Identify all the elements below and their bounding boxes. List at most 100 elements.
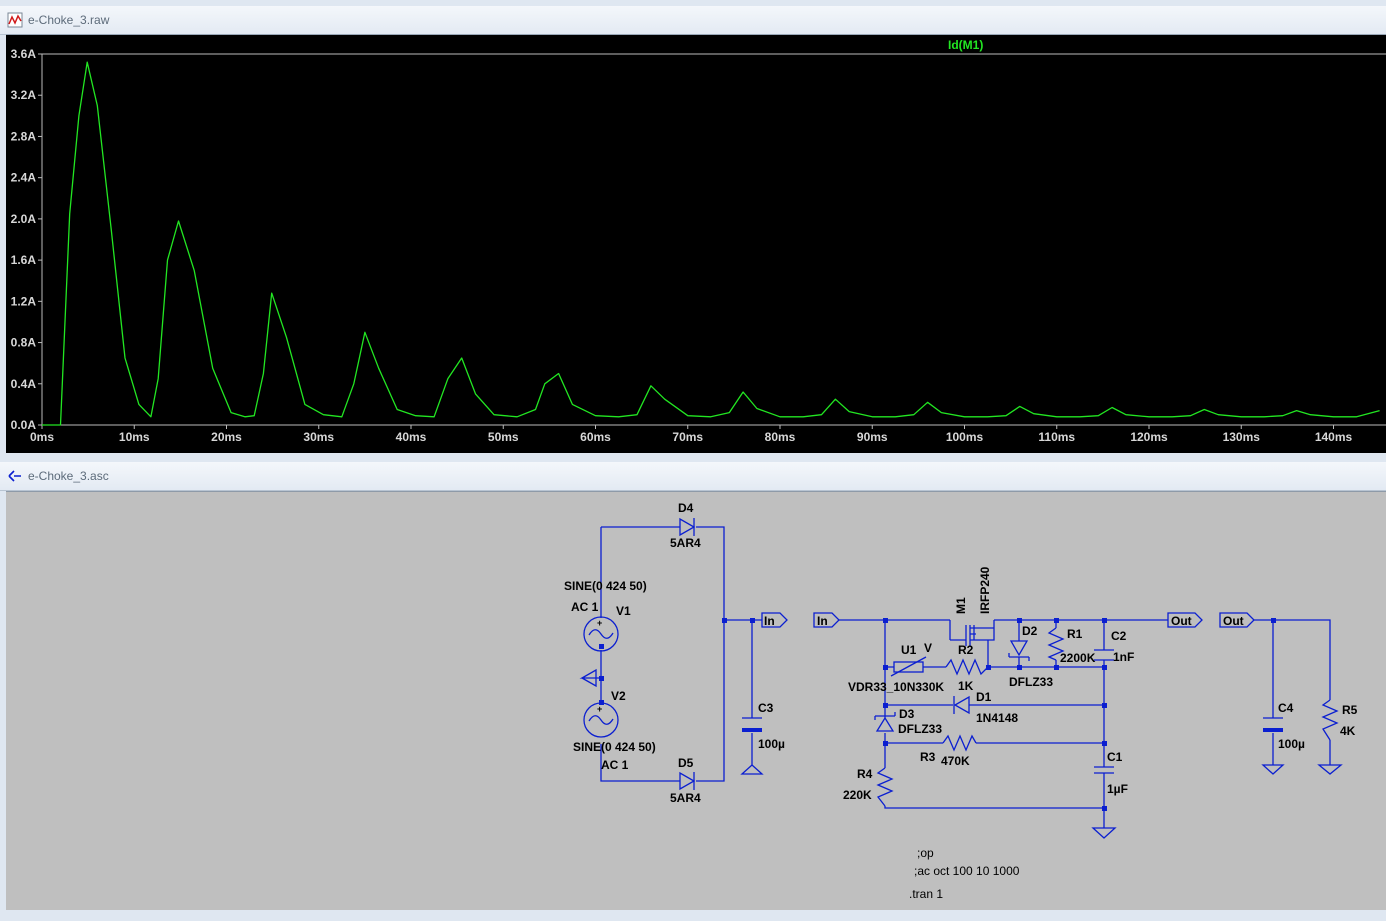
schematic-canvas[interactable]: D4 5AR4 D5 5AR4 + SINE(0 424 50) AC 1 V1 (6, 491, 1386, 910)
capacitor-c2[interactable]: C2 1nF (1094, 629, 1134, 664)
x-tick-label: 90ms (857, 430, 888, 444)
u1-marker: V (924, 641, 932, 655)
net-label-in-a: In (764, 614, 775, 628)
r1-value: 2200K (1060, 651, 1096, 665)
x-tick-label: 80ms (765, 430, 796, 444)
ground-symbol (579, 668, 601, 688)
spice-directives[interactable]: ;op ;ac oct 100 10 1000 .tran 1 (909, 846, 1020, 901)
y-tick-label: 2.8A (11, 129, 37, 143)
resistor-r5[interactable]: R5 4K (1317, 699, 1358, 775)
r2-value: 1K (958, 679, 974, 693)
source-v2[interactable]: + V2 SINE(0 424 50) AC 1 (573, 689, 656, 772)
y-tick-label: 0.4A (11, 377, 37, 391)
x-tick-label: 120ms (1130, 430, 1168, 444)
y-tick-label: 3.2A (11, 88, 37, 102)
r4-ref: R4 (857, 767, 873, 781)
r5-value: 4K (1340, 724, 1356, 738)
source-v1[interactable]: + SINE(0 424 50) AC 1 V1 (564, 579, 647, 652)
waveform-window-title: e-Choke_3.raw (28, 13, 110, 27)
diode-d1[interactable]: D1 1N4148 (953, 690, 1018, 725)
x-tick-label: 70ms (672, 430, 703, 444)
waveform-window: e-Choke_3.raw 0.0A 0.4A 0.8A 1.2A 1.6A 2.0A 2.… (0, 6, 1386, 453)
x-tick-label: 30ms (303, 430, 334, 444)
d2-value: DFLZ33 (1009, 675, 1053, 689)
y-tick-label: 1.2A (11, 294, 37, 308)
c1-ref: C1 (1107, 750, 1123, 764)
d5-ref: D5 (678, 756, 694, 770)
directive-ac[interactable]: ;ac oct 100 10 1000 (914, 864, 1020, 878)
r2-ref: R2 (958, 643, 974, 657)
v2-ac: AC 1 (601, 758, 629, 772)
resistor-r4[interactable]: R4 220K (843, 767, 894, 807)
y-tick-label: 2.0A (11, 212, 37, 226)
net-label-out-a: Out (1171, 614, 1192, 628)
y-tick-label: 3.6A (11, 47, 37, 61)
x-tick-label: 40ms (396, 430, 427, 444)
r5-ref: R5 (1342, 703, 1358, 717)
capacitor-c1[interactable]: C1 1µF (1091, 750, 1128, 839)
net-flag-out-b[interactable]: Out (1219, 612, 1255, 628)
schematic-drawing[interactable]: D4 5AR4 D5 5AR4 + SINE(0 424 50) AC 1 V1 (6, 492, 1386, 910)
v2-ref: V2 (611, 689, 626, 703)
schematic-icon (8, 470, 21, 482)
c4-value: 100µ (1278, 737, 1305, 751)
schematic-titlebar[interactable]: e-Choke_3.asc (0, 462, 1386, 491)
directive-op[interactable]: ;op (917, 846, 934, 860)
c3-ref: C3 (758, 701, 774, 715)
y-tick-label: 1.6A (11, 253, 37, 267)
x-tick-label: 110ms (1038, 430, 1075, 444)
schematic-window-title: e-Choke_3.asc (28, 469, 109, 483)
trace-legend-label: Id(M1) (948, 38, 983, 52)
d1-value: 1N4148 (976, 711, 1018, 725)
net-flag-out-a[interactable]: Out (1167, 612, 1203, 628)
capacitor-c4[interactable]: C4 100µ (1261, 701, 1305, 775)
x-tick-label: 20ms (211, 430, 242, 444)
r3-ref: R3 (920, 750, 936, 764)
net-flag-in-a[interactable]: In (761, 612, 788, 628)
u1-ref: U1 (901, 643, 917, 657)
resistor-r2[interactable]: R2 1K (945, 643, 989, 693)
waveform-chart[interactable]: 0.0A0.4A0.8A1.2A1.6A2.0A2.4A2.8A3.2A3.6A… (6, 35, 1386, 453)
d3-ref: D3 (899, 707, 915, 721)
c1-value: 1µF (1107, 782, 1128, 796)
u1-value: VDR33_10N330K (848, 680, 944, 694)
x-tick-label: 140ms (1315, 430, 1353, 444)
waveform-icon (7, 12, 23, 28)
d5-value: 5AR4 (670, 791, 701, 805)
waveform-plot[interactable]: 0.0A 0.4A 0.8A 1.2A 1.6A 2.0A 2.4A 2.8A 3.2A 3.6A… (6, 34, 1386, 453)
v2-spec: SINE(0 424 50) (573, 740, 656, 754)
resistor-r1[interactable]: R1 2200K (1047, 627, 1096, 665)
zener-d2[interactable]: D2 DFLZ33 (1008, 624, 1053, 689)
net-flag-in-b[interactable]: In (813, 612, 840, 628)
r1-ref: R1 (1067, 627, 1083, 641)
v1-ac: AC 1 (571, 600, 599, 614)
resistor-r3[interactable]: R3 470K (920, 734, 977, 768)
diode-d4[interactable]: D4 5AR4 (670, 501, 701, 550)
waveform-titlebar[interactable]: e-Choke_3.raw (0, 6, 1386, 35)
c4-ref: C4 (1278, 701, 1294, 715)
x-tick-label: 10ms (119, 430, 150, 444)
c3-value: 100µ (758, 737, 785, 751)
r3-value: 470K (941, 754, 970, 768)
series-line-id-m1 (42, 61, 1380, 426)
y-tick-label: 0.8A (11, 336, 37, 350)
capacitor-c3[interactable]: C3 100µ (740, 701, 785, 775)
x-tick-label: 60ms (580, 430, 611, 444)
svg-text:+: + (597, 618, 602, 628)
d2-ref: D2 (1022, 624, 1038, 638)
x-tick-label: 100ms (946, 430, 984, 444)
v1-ref: V1 (616, 604, 631, 618)
c2-value: 1nF (1113, 650, 1134, 664)
r4-value: 220K (843, 788, 872, 802)
d3-value: DFLZ33 (898, 722, 942, 736)
net-label-in-b: In (817, 614, 828, 628)
directive-tran[interactable]: .tran 1 (909, 887, 943, 901)
d1-ref: D1 (976, 690, 992, 704)
x-tick-label: 0ms (30, 430, 54, 444)
y-tick-label: 2.4A (11, 171, 37, 185)
net-label-out-b: Out (1223, 614, 1244, 628)
m1-value: IRFP240 (978, 566, 992, 614)
svg-text:+: + (597, 704, 602, 714)
v1-spec: SINE(0 424 50) (564, 579, 647, 593)
d4-value: 5AR4 (670, 536, 701, 550)
